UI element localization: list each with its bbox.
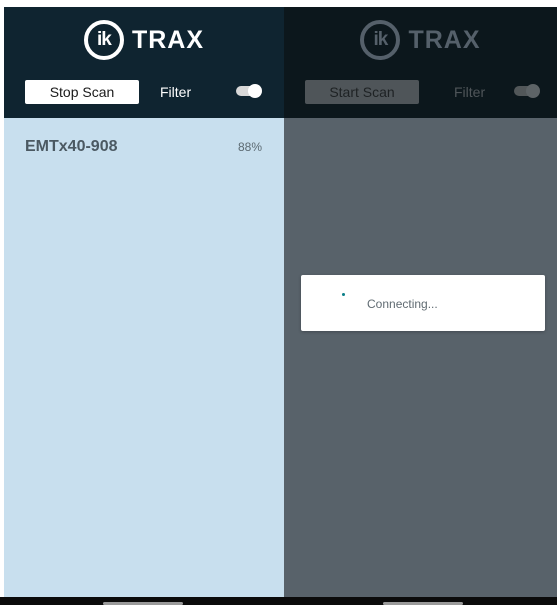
- scan-screen: ik TRAX Stop Scan Filter EMTx40-908 88%: [4, 7, 284, 597]
- device-list-item[interactable]: EMTx40-908 88%: [4, 136, 284, 158]
- logo-wordmark: TRAX: [408, 25, 481, 54]
- toggle-thumb: [248, 84, 262, 98]
- scan-controls: Stop Scan Filter: [4, 80, 284, 104]
- ik-trax-logo-dimmed: ik TRAX: [284, 20, 557, 60]
- system-nav-bar: [0, 597, 557, 605]
- device-signal-strength: 88%: [237, 140, 262, 154]
- app-header: ik TRAX Stop Scan Filter: [4, 7, 284, 118]
- scan-controls: Start Scan Filter: [284, 80, 557, 104]
- ik-logo-mark: ik: [360, 20, 401, 60]
- ik-logo-mark: ik: [83, 20, 124, 60]
- stop-scan-button[interactable]: Stop Scan: [25, 80, 139, 104]
- spinner-icon: [342, 293, 348, 299]
- filter-label: Filter: [160, 84, 192, 100]
- spinner-dot: [342, 293, 345, 296]
- filter-label: Filter: [454, 84, 486, 100]
- logo-wordmark: TRAX: [131, 25, 205, 54]
- connecting-dialog: Connecting...: [301, 275, 545, 331]
- app-header-dimmed: ik TRAX Start Scan Filter: [284, 7, 557, 118]
- ik-trax-logo: ik TRAX: [4, 20, 284, 60]
- connecting-message: Connecting...: [367, 297, 438, 311]
- connecting-screen: ik TRAX Start Scan Filter Connecting...: [284, 7, 557, 597]
- filter-toggle[interactable]: [236, 84, 262, 98]
- screen-comparison: ik TRAX Stop Scan Filter EMTx40-908 88% …: [0, 0, 557, 605]
- start-scan-button[interactable]: Start Scan: [305, 80, 419, 104]
- device-name: EMTx40-908: [25, 138, 118, 155]
- filter-toggle[interactable]: [514, 84, 540, 98]
- toggle-thumb: [526, 84, 540, 98]
